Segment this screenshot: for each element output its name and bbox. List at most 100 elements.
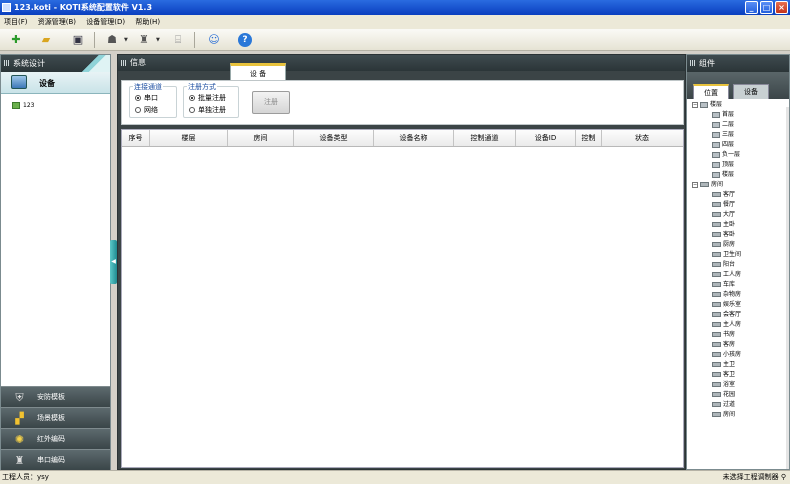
- room-icon: [712, 382, 721, 387]
- window-title: 123.koti - KOTI系统配置软件 V1.3: [14, 3, 153, 12]
- column-header-control[interactable]: 控制: [576, 130, 602, 146]
- tree-node-label: 小孩房: [723, 351, 742, 358]
- device-icon: [11, 75, 27, 89]
- column-header-status[interactable]: 状态: [602, 130, 682, 146]
- column-header-device-type[interactable]: 设备类型: [294, 130, 374, 146]
- module-ir-code[interactable]: ✺ 红外编码: [1, 428, 110, 449]
- menu-help[interactable]: 帮助(H): [131, 15, 164, 29]
- tree-node-room[interactable]: 主卫: [712, 361, 735, 369]
- tree-node-room[interactable]: 车库: [712, 281, 735, 289]
- tab-device[interactable]: 设备: [733, 84, 769, 99]
- save-icon[interactable]: ▣: [70, 32, 86, 48]
- column-header-room[interactable]: 房间: [228, 130, 294, 146]
- help-icon[interactable]: ?: [238, 33, 252, 47]
- infrared-icon: ✺: [14, 433, 25, 446]
- tab-location[interactable]: 位置: [693, 84, 729, 99]
- tree-node-label: 客厅: [723, 191, 736, 198]
- tree-node-room[interactable]: 过道: [712, 401, 735, 409]
- radio-network[interactable]: 网络: [135, 106, 158, 114]
- chevron-down-icon[interactable]: ▼: [156, 37, 160, 43]
- shield-icon: ⛨: [15, 391, 24, 404]
- tree-node-room[interactable]: 客卫: [712, 371, 735, 379]
- collapse-icon[interactable]: −: [692, 181, 698, 188]
- column-header-device-name[interactable]: 设备名称: [374, 130, 454, 146]
- register-button[interactable]: 注册: [252, 91, 290, 114]
- tree-node-room[interactable]: 阳台: [712, 261, 735, 269]
- tree-node-room[interactable]: 主人房: [712, 321, 741, 329]
- tree-node-floor[interactable]: 负一层: [712, 151, 740, 159]
- tree-node-room[interactable]: 卫生间: [712, 251, 741, 259]
- radio-single-register[interactable]: 单独注册: [189, 106, 226, 114]
- tree-node-room[interactable]: 娱乐室: [712, 301, 741, 309]
- tree-node-floor[interactable]: 楼层: [712, 171, 734, 179]
- tree-node-room[interactable]: 会客厅: [712, 311, 741, 319]
- tree-node-floor[interactable]: 顶层: [712, 161, 734, 169]
- column-header-index[interactable]: 序号: [122, 130, 150, 146]
- tree-node-room[interactable]: 餐厅: [712, 201, 735, 209]
- tree-node-room[interactable]: 书房: [712, 331, 735, 339]
- column-header-device-id[interactable]: 设备ID: [516, 130, 576, 146]
- tree-node-room[interactable]: 工人房: [712, 271, 741, 279]
- menu-project[interactable]: 项目(F): [0, 15, 32, 29]
- tree-node-room[interactable]: 浴室: [712, 381, 735, 389]
- tree-node-label: 厨房: [723, 241, 736, 248]
- user-icon[interactable]: ☗: [104, 32, 120, 48]
- tree-node-floor[interactable]: 四层: [712, 141, 734, 149]
- collapse-icon[interactable]: −: [692, 101, 698, 108]
- tab-devices[interactable]: 设 备: [230, 63, 286, 80]
- menu-resources[interactable]: 资源管理(B): [34, 15, 80, 29]
- module-scene-template[interactable]: ▞ 场景模板: [1, 407, 110, 428]
- tree-node-room[interactable]: 大厅: [712, 211, 735, 219]
- vertical-scrollbar[interactable]: [786, 107, 789, 469]
- open-icon[interactable]: ▰: [38, 32, 54, 48]
- device-icon[interactable]: ♜: [136, 32, 152, 48]
- tree-node-room[interactable]: 房间: [712, 411, 735, 419]
- status-modulator-text: 未选择工程调制器: [722, 473, 779, 481]
- floor-icon: [712, 141, 720, 148]
- room-icon: [700, 182, 709, 187]
- scan-icon[interactable]: ⌸: [170, 32, 186, 48]
- info-panel: 信息 设 备 连接通道 串口 网络 注册方式 批量注册 单独注册 注册 序号 楼…: [117, 54, 686, 470]
- minimize-button[interactable]: _: [745, 1, 758, 14]
- radio-unchecked-icon: [189, 107, 195, 113]
- grid-icon: [690, 60, 696, 66]
- registration-method-group: 注册方式 批量注册 单独注册: [183, 82, 239, 118]
- floor-icon: [712, 111, 720, 118]
- module-serial-code[interactable]: ♜ 串口编码: [1, 449, 110, 470]
- new-icon[interactable]: ✚: [8, 32, 24, 48]
- chevron-down-icon[interactable]: ▼: [124, 37, 128, 43]
- tree-node-room[interactable]: 客厅: [712, 191, 735, 199]
- tree-node-label: 会客厅: [723, 311, 742, 318]
- room-icon: [712, 392, 721, 397]
- panel-title: 组件: [699, 59, 715, 68]
- person-icon[interactable]: ☺: [206, 32, 222, 48]
- radio-serial[interactable]: 串口: [135, 94, 158, 102]
- radio-batch-register[interactable]: 批量注册: [189, 94, 226, 102]
- column-header-control-channel[interactable]: 控制通道: [454, 130, 516, 146]
- tree-node-project[interactable]: 123: [12, 102, 34, 109]
- close-button[interactable]: ×: [775, 1, 788, 14]
- tree-node-rooms[interactable]: − 房间: [692, 181, 723, 189]
- tree-node-floors[interactable]: − 楼层: [692, 101, 722, 109]
- tree-node-floor[interactable]: 二层: [712, 121, 734, 129]
- tree-node-room[interactable]: 客卧: [712, 231, 735, 239]
- registration-settings: 连接通道 串口 网络 注册方式 批量注册 单独注册 注册: [121, 80, 684, 125]
- menu-devices[interactable]: 设备管理(D): [82, 15, 129, 29]
- tree-node-floor[interactable]: 三层: [712, 131, 734, 139]
- tree-node-room[interactable]: 主卧: [712, 221, 735, 229]
- tree-node-room[interactable]: 杂物房: [712, 291, 741, 299]
- toolbar: ✚ ▰ ▣ ☗ ▼ ♜ ▼ ⌸ ☺ ?: [0, 29, 790, 51]
- tree-node-room[interactable]: 客房: [712, 341, 735, 349]
- module-label: 安防模板: [37, 393, 65, 401]
- collapse-splitter-handle[interactable]: ◀: [110, 240, 117, 284]
- module-security-template[interactable]: ⛨ 安防模板: [1, 386, 110, 407]
- tree-node-room[interactable]: 厨房: [712, 241, 735, 249]
- tree-node-floor[interactable]: 首层: [712, 111, 734, 119]
- tree-node-room[interactable]: 花园: [712, 391, 735, 399]
- radio-label: 串口: [144, 94, 158, 102]
- device-category[interactable]: 设备: [1, 72, 110, 94]
- column-header-floor[interactable]: 楼层: [150, 130, 228, 146]
- component-tabs: 位置 设备: [687, 72, 789, 99]
- tree-node-room[interactable]: 小孩房: [712, 351, 741, 359]
- maximize-button[interactable]: □: [760, 1, 773, 14]
